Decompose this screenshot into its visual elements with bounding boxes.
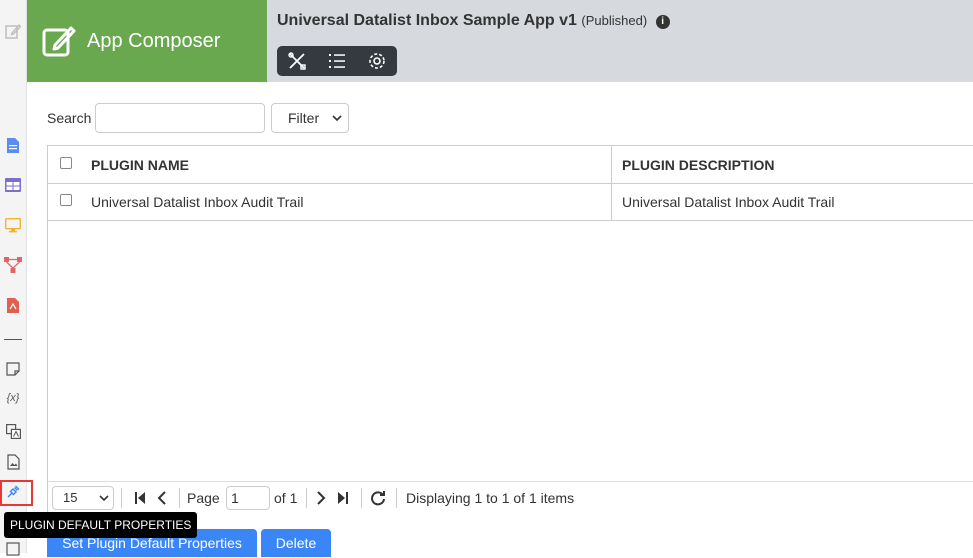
brand-header: App Composer xyxy=(27,0,267,82)
table-header: PLUGIN NAME PLUGIN DESCRIPTION xyxy=(48,146,973,184)
brand-title: App Composer xyxy=(87,29,221,52)
first-page-icon[interactable] xyxy=(132,490,148,506)
pager-divider xyxy=(306,488,307,508)
settings-gear-icon[interactable] xyxy=(366,50,388,72)
tooltip: PLUGIN DEFAULT PROPERTIES xyxy=(4,512,198,538)
info-icon[interactable]: i xyxy=(655,15,670,29)
image-icon[interactable] xyxy=(4,453,22,471)
plugin-table: PLUGIN NAME PLUGIN DESCRIPTION Universal… xyxy=(47,145,973,513)
app-toolbar xyxy=(277,46,397,76)
pdf-icon[interactable] xyxy=(4,296,22,314)
pager-divider xyxy=(121,488,122,508)
column-divider xyxy=(611,146,612,220)
previous-page-icon[interactable] xyxy=(154,490,170,506)
pager-divider xyxy=(361,488,362,508)
variable-icon[interactable]: {x} xyxy=(4,389,22,407)
filter-label: Filter xyxy=(288,110,320,126)
document-icon[interactable] xyxy=(4,136,22,154)
pager-divider xyxy=(396,488,397,508)
plugin-name-cell[interactable]: Universal Datalist Inbox Audit Trail xyxy=(91,194,303,210)
chevron-down-icon xyxy=(99,495,109,502)
translate-icon[interactable] xyxy=(4,422,22,440)
column-header-plugin-name[interactable]: PLUGIN NAME xyxy=(91,157,189,173)
select-all-checkbox[interactable] xyxy=(60,157,72,169)
plugin-description-cell: Universal Datalist Inbox Audit Trail xyxy=(622,194,835,210)
column-header-plugin-description[interactable]: PLUGIN DESCRIPTION xyxy=(622,157,774,173)
app-composer-logo-icon xyxy=(42,26,76,57)
note-icon[interactable] xyxy=(4,360,22,378)
chevron-down-icon xyxy=(332,115,342,122)
edit-icon[interactable] xyxy=(4,22,22,40)
app-name: Universal Datalist Inbox Sample App v1 xyxy=(277,12,577,29)
display-count: Displaying 1 to 1 of 1 items xyxy=(406,490,575,506)
page-label: Page xyxy=(187,490,220,506)
app-title: Universal Datalist Inbox Sample App v1 (… xyxy=(277,12,670,30)
tools-icon[interactable] xyxy=(286,50,308,72)
table-icon[interactable] xyxy=(4,176,22,194)
process-icon[interactable] xyxy=(4,256,22,274)
app-header: Universal Datalist Inbox Sample App v1 (… xyxy=(267,0,973,82)
left-rail: {x} xyxy=(0,0,33,556)
page-size-value: 15 xyxy=(63,490,78,505)
page-size-select[interactable]: 15 xyxy=(52,486,114,510)
filter-select[interactable]: Filter xyxy=(271,103,349,133)
pagination-bar: 15 Page 1 of 1 Displaying 1 to 1 of 1 it… xyxy=(48,481,973,513)
search-label: Search xyxy=(47,110,92,126)
app-status: (Published) xyxy=(581,13,648,28)
search-input[interactable] xyxy=(95,103,265,133)
export-icon[interactable] xyxy=(4,540,22,558)
page-count: of 1 xyxy=(274,490,298,506)
last-page-icon[interactable] xyxy=(335,490,351,506)
page-number-input[interactable]: 1 xyxy=(226,486,270,510)
list-icon[interactable] xyxy=(326,50,348,72)
plugin-icon-highlight xyxy=(0,480,33,506)
row-checkbox[interactable] xyxy=(60,194,72,206)
pager-divider xyxy=(179,488,180,508)
rail-divider xyxy=(4,339,22,340)
monitor-icon[interactable] xyxy=(4,216,22,234)
table-row[interactable]: Universal Datalist Inbox Audit Trail Uni… xyxy=(48,183,973,221)
next-page-icon[interactable] xyxy=(313,490,329,506)
refresh-icon[interactable] xyxy=(370,490,386,506)
